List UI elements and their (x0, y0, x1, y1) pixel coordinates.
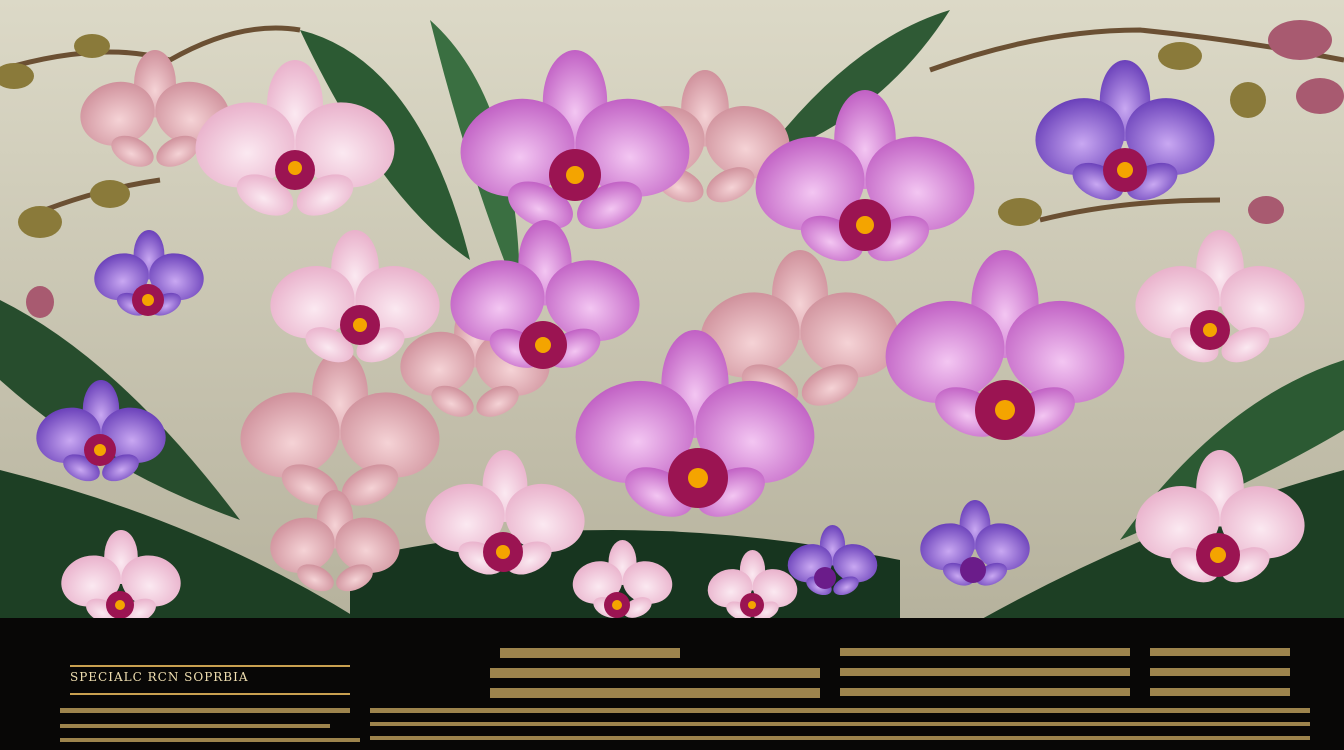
caption-panel (0, 618, 1344, 750)
orchid-illustration: SPECIALC RCN SOPRBIA (0, 0, 1344, 750)
panel-heading: SPECIALC RCN SOPRBIA (70, 670, 249, 684)
orchid-scene (0, 0, 1344, 750)
